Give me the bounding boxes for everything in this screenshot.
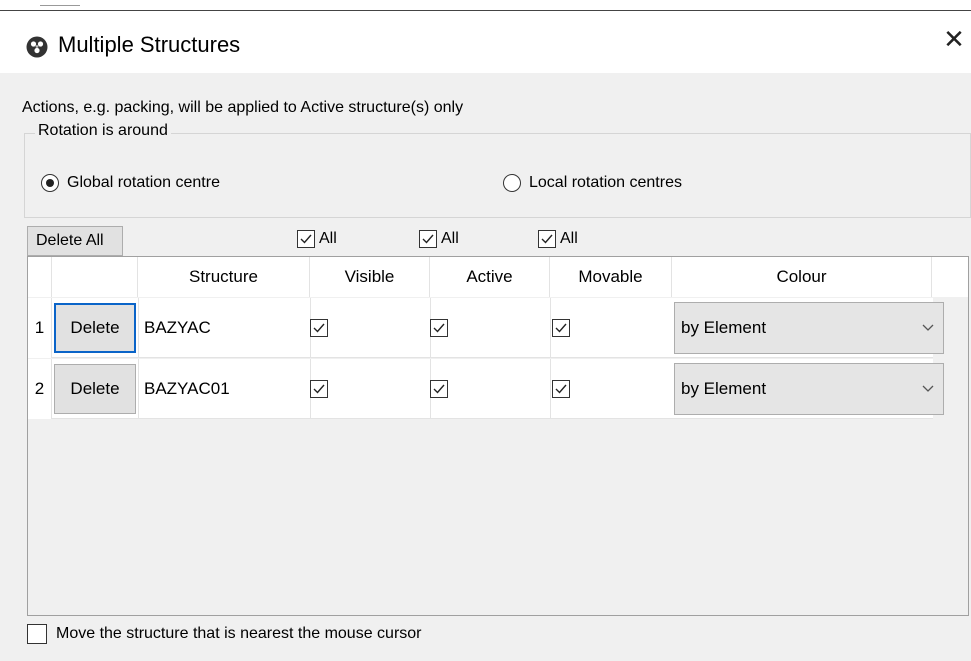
all-active-toggle[interactable]: All xyxy=(419,230,459,248)
radio-global-rotation[interactable]: Global rotation centre xyxy=(41,174,220,192)
checkmark-icon xyxy=(422,234,434,244)
info-text: Actions, e.g. packing, will be applied t… xyxy=(22,99,464,116)
radio-local-label: Local rotation centres xyxy=(529,174,682,191)
cell-divider xyxy=(550,298,551,358)
table-row: 1 Delete BAZYAC by Element xyxy=(28,298,944,358)
all-active-checkbox[interactable] xyxy=(419,230,437,248)
nearest-cursor-checkbox[interactable] xyxy=(27,624,47,644)
title-bar: Multiple Structures ✕ xyxy=(0,11,971,73)
rotation-group-legend: Rotation is around xyxy=(35,122,171,140)
checkmark-icon xyxy=(555,323,567,333)
checkmark-icon xyxy=(555,384,567,394)
all-visible-toggle[interactable]: All xyxy=(297,230,337,248)
dialog-body: Actions, e.g. packing, will be applied t… xyxy=(0,73,971,661)
row-visible-checkbox[interactable] xyxy=(310,319,328,337)
chevron-down-icon xyxy=(922,324,934,331)
cell-divider xyxy=(138,359,139,419)
row-colour-select[interactable]: by Element xyxy=(674,363,944,415)
checkmark-icon xyxy=(313,323,325,333)
table-row: 2 Delete BAZYAC01 by Element xyxy=(28,359,944,419)
row-colour-value: by Element xyxy=(681,318,767,337)
all-movable-toggle[interactable]: All xyxy=(538,230,578,248)
nearest-cursor-toggle[interactable]: Move the structure that is nearest the m… xyxy=(27,624,422,644)
chevron-down-icon xyxy=(922,385,934,392)
all-movable-label: All xyxy=(560,230,578,247)
cell-divider xyxy=(138,298,139,358)
row-colour-value: by Element xyxy=(681,379,767,398)
radio-global-label: Global rotation centre xyxy=(67,174,220,191)
row-visible-checkbox[interactable] xyxy=(310,380,328,398)
rotation-group: Rotation is around Global rotation centr… xyxy=(24,122,971,218)
row-active-checkbox[interactable] xyxy=(430,319,448,337)
row-delete-button[interactable]: Delete xyxy=(54,364,136,414)
row-structure-name: BAZYAC xyxy=(144,318,211,337)
radio-global-indicator[interactable] xyxy=(41,174,59,192)
all-active-label: All xyxy=(441,230,459,247)
header-delete xyxy=(52,257,138,297)
header-active: Active xyxy=(430,257,550,297)
close-icon[interactable]: ✕ xyxy=(940,25,968,53)
row-number: 1 xyxy=(28,298,52,358)
checkmark-icon xyxy=(433,384,445,394)
structures-table: Structure Visible Active Movable Colour … xyxy=(27,256,969,616)
row-movable-checkbox[interactable] xyxy=(552,380,570,398)
checkmark-icon xyxy=(300,234,312,244)
radio-local-indicator[interactable] xyxy=(503,174,521,192)
row-structure-name: BAZYAC01 xyxy=(144,379,230,398)
row-colour-select[interactable]: by Element xyxy=(674,302,944,354)
all-visible-checkbox[interactable] xyxy=(297,230,315,248)
row-active-checkbox[interactable] xyxy=(430,380,448,398)
header-colour: Colour xyxy=(672,257,932,297)
radio-local-rotation[interactable]: Local rotation centres xyxy=(503,174,682,192)
header-rownum xyxy=(28,257,52,297)
header-movable: Movable xyxy=(550,257,672,297)
app-orb-icon xyxy=(26,36,48,58)
all-visible-label: All xyxy=(319,230,337,247)
window-title: Multiple Structures xyxy=(58,32,241,57)
checkmark-icon xyxy=(433,323,445,333)
header-structure: Structure xyxy=(138,257,310,297)
table-header: Structure Visible Active Movable Colour xyxy=(28,257,968,297)
delete-all-button[interactable]: Delete All xyxy=(27,226,123,256)
row-delete-button[interactable]: Delete xyxy=(54,303,136,353)
cell-divider xyxy=(550,359,551,419)
row-movable-checkbox[interactable] xyxy=(552,319,570,337)
header-visible: Visible xyxy=(310,257,430,297)
all-movable-checkbox[interactable] xyxy=(538,230,556,248)
checkmark-icon xyxy=(313,384,325,394)
row-number: 2 xyxy=(28,359,52,419)
nearest-cursor-label: Move the structure that is nearest the m… xyxy=(56,625,422,642)
checkmark-icon xyxy=(541,234,553,244)
window-edge-dash xyxy=(40,5,80,6)
